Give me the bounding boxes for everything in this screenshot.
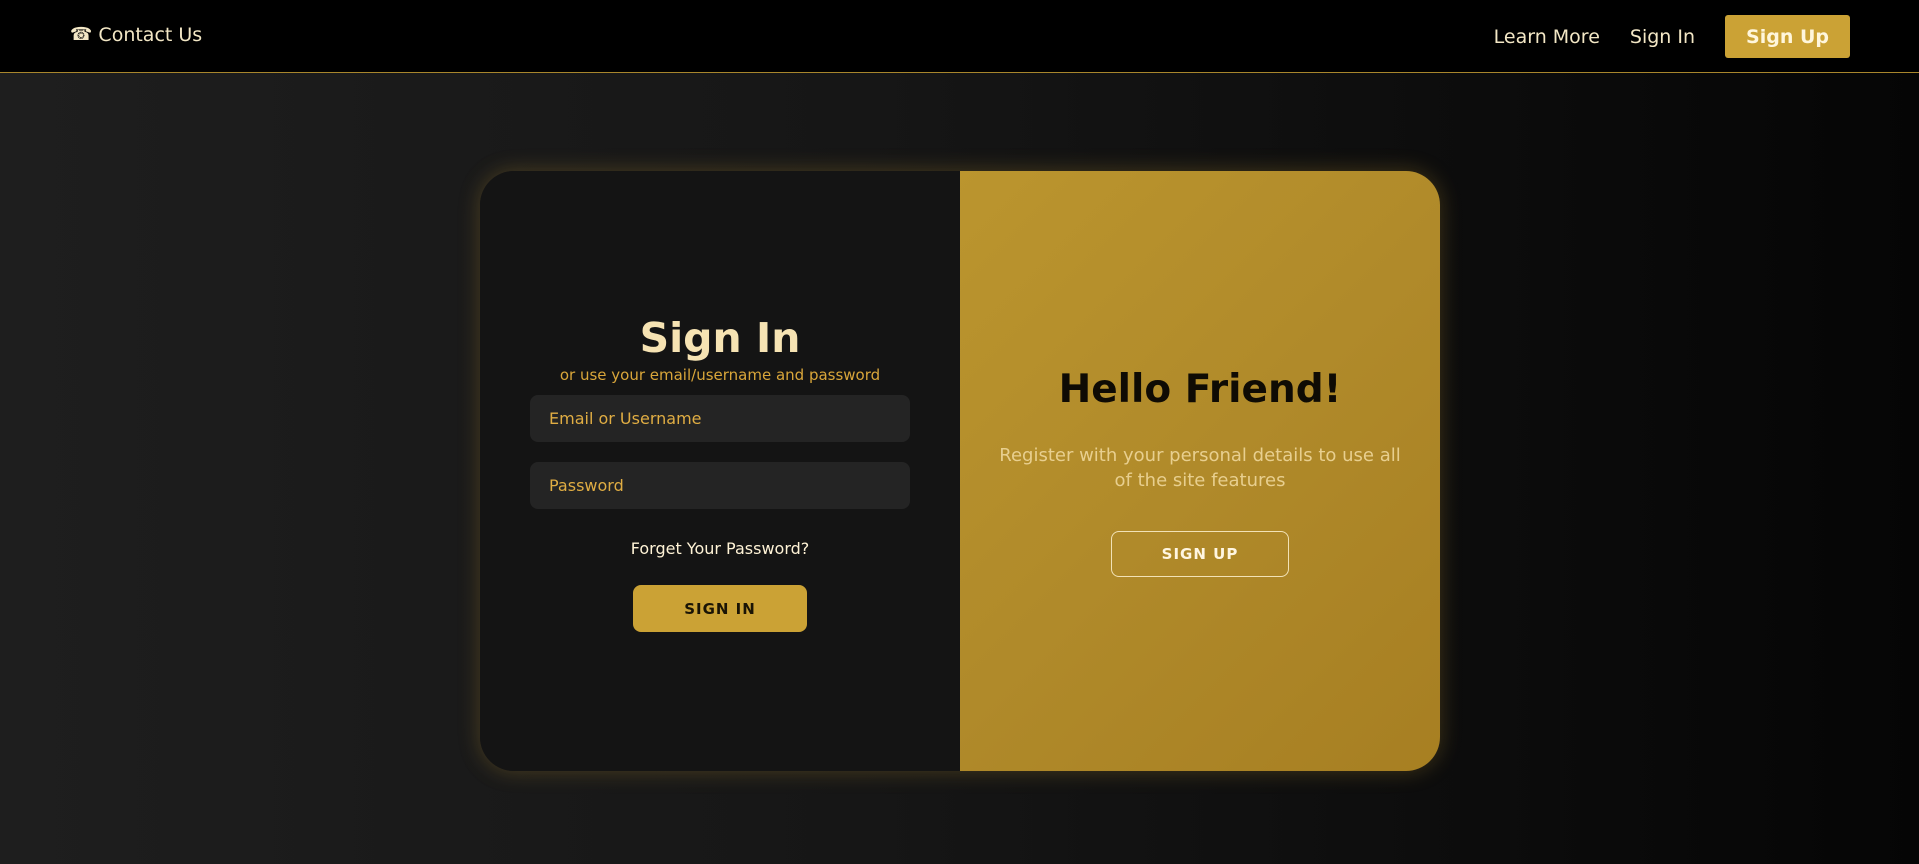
- sign-in-button[interactable]: SIGN IN: [633, 585, 807, 632]
- welcome-title: Hello Friend!: [1058, 367, 1342, 412]
- contact-us-label: Contact Us: [98, 24, 203, 46]
- learn-more-link[interactable]: Learn More: [1494, 26, 1600, 48]
- forgot-password-link[interactable]: Forget Your Password?: [480, 539, 960, 558]
- header-sign-in-link[interactable]: Sign In: [1630, 26, 1695, 48]
- sign-up-button[interactable]: SIGN UP: [1111, 531, 1289, 577]
- sign-in-panel: Sign In or use your email/username and p…: [480, 171, 960, 771]
- header-sign-up-button[interactable]: Sign Up: [1725, 15, 1850, 58]
- welcome-panel: Hello Friend! Register with your persona…: [960, 171, 1440, 771]
- welcome-description: Register with your personal details to u…: [999, 445, 1401, 491]
- sign-in-subtitle: or use your email/username and password: [559, 366, 881, 384]
- auth-card: Sign In or use your email/username and p…: [480, 171, 1440, 771]
- top-navigation-bar: ☎ Contact Us Learn More Sign In Sign Up: [0, 0, 1919, 73]
- sign-in-title: Sign In: [639, 314, 801, 362]
- contact-us-link[interactable]: ☎ Contact Us: [70, 24, 202, 46]
- phone-icon: ☎: [70, 24, 93, 45]
- email-username-input[interactable]: [530, 395, 910, 442]
- password-input[interactable]: [530, 462, 910, 509]
- header-nav: Learn More Sign In Sign Up: [1494, 15, 1850, 58]
